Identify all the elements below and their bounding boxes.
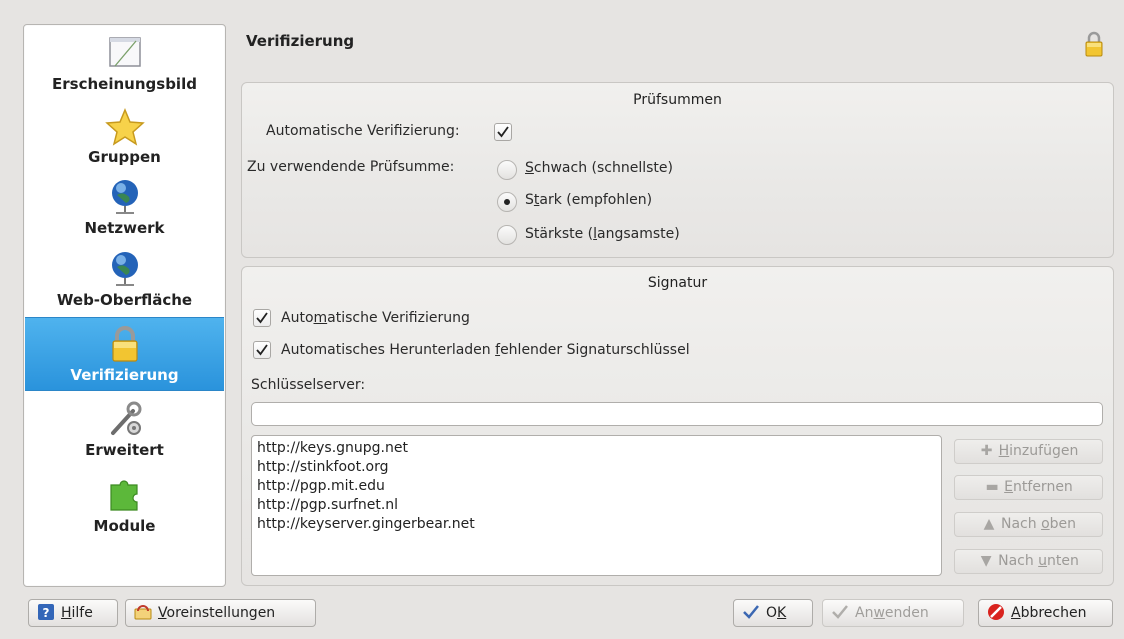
- checksums-group-title: Prüfsummen: [633, 92, 722, 108]
- lock-icon: [1085, 31, 1103, 57]
- help-icon: ?: [38, 604, 54, 620]
- sidebar-item-label: Netzwerk: [84, 219, 165, 237]
- arrow-down-icon: ▼: [980, 553, 992, 569]
- keyserver-input[interactable]: [251, 402, 1103, 426]
- checksum-strongest-radio[interactable]: [497, 225, 517, 245]
- arrow-up-icon: ▲: [983, 516, 995, 532]
- apply-button[interactable]: Anwenden: [822, 599, 964, 627]
- sidebar-item-label: Verifizierung: [70, 366, 179, 384]
- remove-server-button[interactable]: ▬ Entfernen: [954, 475, 1103, 500]
- puzzle-icon: [109, 480, 138, 511]
- sidebar-item-web-interface[interactable]: Web-Oberfläche: [25, 247, 224, 313]
- help-button[interactable]: ? Hilfe: [28, 599, 118, 627]
- signature-auto-verify-checkbox[interactable]: [253, 309, 271, 327]
- auto-download-keys-label[interactable]: Automatisches Herunterladen fehlender Si…: [281, 342, 690, 358]
- sidebar-item-network[interactable]: Netzwerk: [25, 175, 224, 241]
- sidebar-item-groups[interactable]: Gruppen: [25, 105, 224, 170]
- keyserver-label: Schlüsselserver:: [251, 377, 366, 393]
- checksum-strongest-label[interactable]: Stärkste (langsamste): [525, 226, 680, 242]
- settings-category-list[interactable]: Erscheinungsbild Gruppen Netzwerk Web-Ob…: [23, 24, 226, 587]
- keyserver-list[interactable]: http://keys.gnupg.net http://stinkfoot.o…: [251, 435, 942, 576]
- list-item[interactable]: http://stinkfoot.org: [257, 458, 941, 477]
- check-icon: [743, 605, 759, 619]
- signature-auto-verify-label[interactable]: Automatische Verifizierung: [281, 310, 470, 326]
- cancel-icon: [988, 604, 1004, 620]
- ok-button[interactable]: OK: [733, 599, 813, 627]
- list-item[interactable]: http://pgp.mit.edu: [257, 477, 941, 496]
- star-icon: [104, 108, 145, 146]
- checksum-type-label: Zu verwendende Prüfsumme:: [247, 159, 455, 175]
- checksum-strong-label[interactable]: Stark (empfohlen): [525, 192, 652, 208]
- web-globe-icon: [111, 252, 138, 286]
- remove-icon: ▬: [985, 479, 999, 495]
- lock-icon: [111, 326, 138, 362]
- checksum-weak-label[interactable]: Schwach (schnellste): [525, 160, 673, 176]
- move-up-button[interactable]: ▲ Nach oben: [954, 512, 1103, 537]
- auto-verification-label: Automatische Verifizierung:: [266, 123, 460, 139]
- add-server-button[interactable]: ✚ Hinzufügen: [954, 439, 1103, 464]
- list-item[interactable]: http://keyserver.gingerbear.net: [257, 515, 941, 534]
- checksum-weak-radio[interactable]: [497, 160, 517, 180]
- add-icon: ✚: [980, 443, 993, 459]
- signature-group-title: Signatur: [647, 275, 708, 291]
- sidebar-item-label: Erweitert: [85, 441, 164, 459]
- list-item[interactable]: http://pgp.surfnet.nl: [257, 496, 941, 515]
- page-title: Verifizierung: [246, 32, 355, 50]
- auto-verification-checkbox[interactable]: [494, 123, 512, 141]
- sidebar-item-label: Erscheinungsbild: [52, 75, 197, 93]
- network-globe-icon: [111, 180, 138, 214]
- tools-icon: [110, 401, 141, 435]
- auto-download-keys-checkbox[interactable]: [253, 341, 271, 359]
- cancel-button[interactable]: Abbrechen: [978, 599, 1113, 627]
- checkmark-icon: [256, 344, 268, 356]
- check-icon: [832, 605, 848, 619]
- restore-defaults-icon: [134, 605, 152, 620]
- sidebar-item-appearance[interactable]: Erscheinungsbild: [25, 31, 224, 97]
- list-item[interactable]: http://keys.gnupg.net: [257, 439, 941, 458]
- sidebar-item-label: Web-Oberfläche: [56, 291, 193, 309]
- defaults-button[interactable]: Voreinstellungen: [125, 599, 316, 627]
- checksum-strong-radio[interactable]: [497, 192, 517, 212]
- sidebar-item-label: Module: [93, 517, 156, 535]
- appearance-icon: [108, 37, 141, 67]
- checkmark-icon: [497, 126, 509, 138]
- sidebar-item-verification[interactable]: Verifizierung: [25, 317, 224, 391]
- svg-text:?: ?: [43, 606, 50, 620]
- sidebar-item-label: Gruppen: [88, 148, 161, 166]
- sidebar-item-advanced[interactable]: Erweitert: [25, 397, 224, 463]
- radio-selected-dot: [504, 199, 510, 205]
- sidebar-item-modules[interactable]: Module: [25, 469, 224, 539]
- checkmark-icon: [256, 312, 268, 324]
- move-down-button[interactable]: ▼ Nach unten: [954, 549, 1103, 574]
